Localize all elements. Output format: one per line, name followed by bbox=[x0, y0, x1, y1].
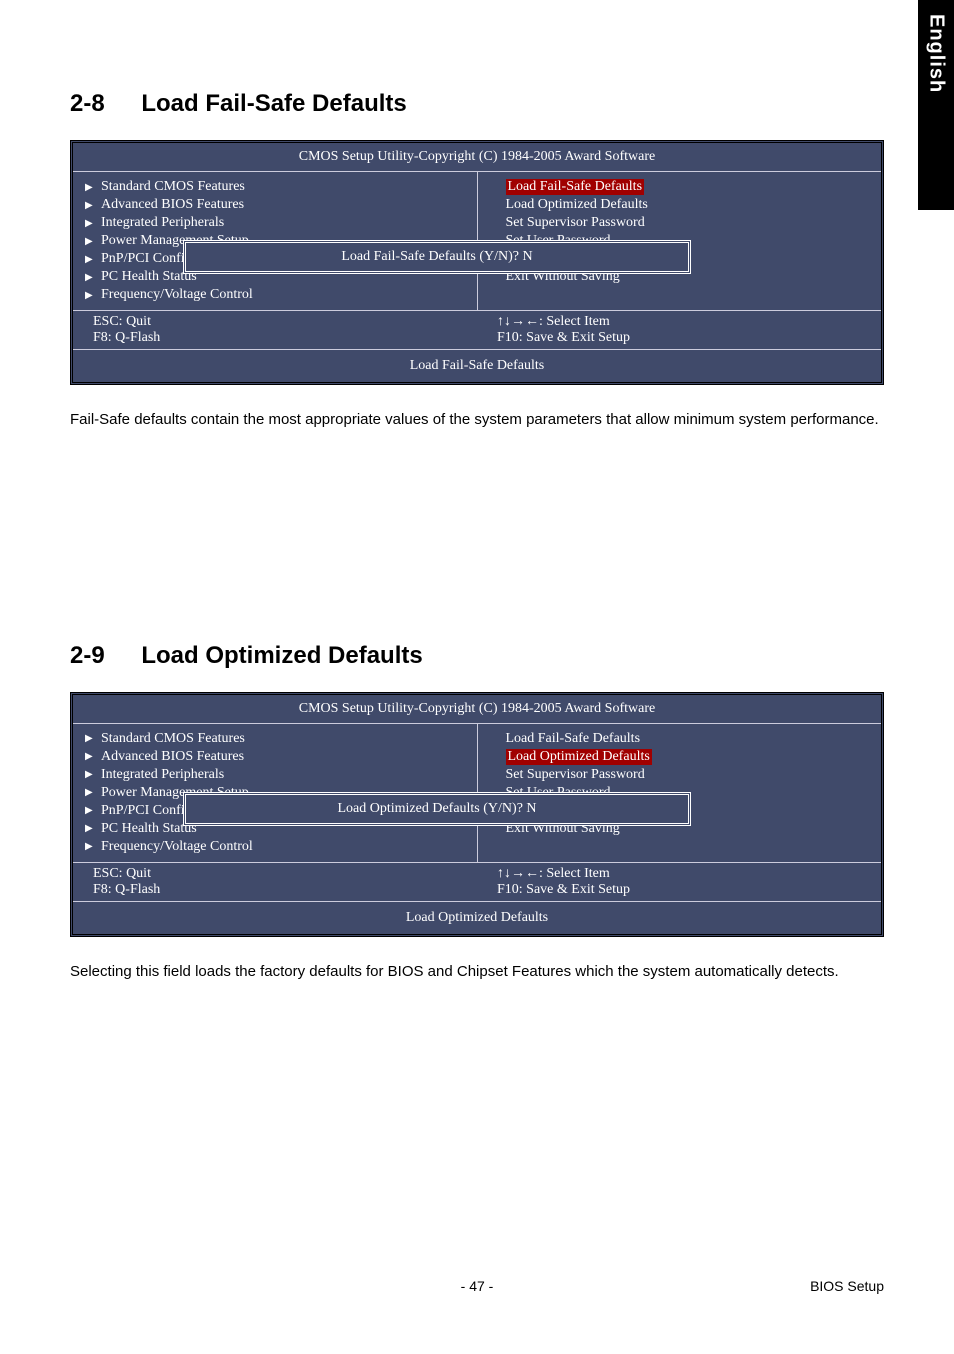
hint-qflash: F8: Q-Flash bbox=[93, 330, 463, 346]
menu-item[interactable]: ▶ Standard CMOS Features bbox=[73, 730, 477, 748]
section-2-heading: 2-9 Load Optimized Defaults bbox=[70, 642, 884, 670]
section-2-number: 2-9 bbox=[70, 642, 105, 669]
language-tab-label: English bbox=[925, 14, 948, 93]
menu-item-label: Set Supervisor Password bbox=[506, 215, 645, 230]
menu-item[interactable]: ▶ Integrated Peripherals bbox=[73, 766, 477, 784]
confirm-dialog-2[interactable]: Load Optimized Defaults (Y/N)? N bbox=[183, 792, 691, 826]
menu-item[interactable]: Load Fail-Safe Defaults bbox=[478, 178, 882, 196]
bios-hints-2: ESC: Quit F8: Q-Flash ↑↓→←: Select Item … bbox=[73, 862, 881, 901]
submenu-arrow-icon: ▶ bbox=[85, 182, 93, 193]
menu-item[interactable]: Set Supervisor Password bbox=[478, 766, 882, 784]
submenu-arrow-icon: ▶ bbox=[85, 823, 93, 834]
submenu-arrow-icon: ▶ bbox=[85, 787, 93, 798]
bios-columns-2: ▶ Standard CMOS Features ▶ Advanced BIOS Fe… bbox=[73, 723, 881, 862]
menu-item-label: Load Fail-Safe Defaults bbox=[506, 731, 641, 746]
bios-panel-1: CMOS Setup Utility-Copyright (C) 1984-20… bbox=[70, 140, 884, 385]
submenu-arrow-icon: ▶ bbox=[85, 254, 93, 265]
submenu-arrow-icon: ▶ bbox=[85, 769, 93, 780]
menu-item-label: Frequency/Voltage Control bbox=[101, 839, 253, 855]
menu-item[interactable]: Load Optimized Defaults bbox=[478, 748, 882, 766]
submenu-arrow-icon: ▶ bbox=[85, 733, 93, 744]
menu-item[interactable]: ▶ Advanced BIOS Features bbox=[73, 196, 477, 214]
section-2-description: Selecting this field loads the factory d… bbox=[70, 961, 884, 984]
page-content: 2-8 Load Fail-Safe Defaults CMOS Setup U… bbox=[0, 0, 954, 983]
menu-item[interactable]: ▶ Advanced BIOS Features bbox=[73, 748, 477, 766]
menu-item-label: Standard CMOS Features bbox=[101, 179, 245, 195]
page-footer: - 47 - BIOS Setup bbox=[70, 1272, 884, 1294]
bios-title-1: CMOS Setup Utility-Copyright (C) 1984-20… bbox=[73, 143, 881, 171]
bios-hints-1: ESC: Quit F8: Q-Flash ↑↓→←: Select Item … bbox=[73, 310, 881, 349]
bios-columns-1: ▶ Standard CMOS Features ▶ Advanced BIOS Fe… bbox=[73, 171, 881, 310]
section-1-title: Load Fail-Safe Defaults bbox=[141, 90, 406, 117]
menu-item-label: Integrated Peripherals bbox=[101, 215, 224, 231]
menu-item-label: Advanced BIOS Features bbox=[101, 749, 244, 765]
menu-item[interactable]: ▶ Frequency/Voltage Control bbox=[73, 838, 477, 856]
section-1-description: Fail-Safe defaults contain the most appr… bbox=[70, 409, 884, 432]
bios-status-2: Load Optimized Defaults bbox=[73, 901, 881, 934]
submenu-arrow-icon: ▶ bbox=[85, 841, 93, 852]
hint-arrows: ↑↓→←: Select Item bbox=[497, 314, 867, 330]
submenu-arrow-icon: ▶ bbox=[85, 751, 93, 762]
submenu-arrow-icon: ▶ bbox=[85, 805, 93, 816]
menu-item-label: Frequency/Voltage Control bbox=[101, 287, 253, 303]
menu-item[interactable]: Load Optimized Defaults bbox=[478, 196, 882, 214]
confirm-dialog-2-text: Load Optimized Defaults (Y/N)? N bbox=[337, 801, 536, 816]
menu-item-label: Advanced BIOS Features bbox=[101, 197, 244, 213]
menu-item-label: Load Optimized Defaults bbox=[506, 197, 648, 212]
submenu-arrow-icon: ▶ bbox=[85, 236, 93, 247]
menu-item-label: Integrated Peripherals bbox=[101, 767, 224, 783]
submenu-arrow-icon: ▶ bbox=[85, 218, 93, 229]
hint-f10-2: F10: Save & Exit Setup bbox=[497, 882, 867, 898]
page-number: - 47 - bbox=[70, 1278, 884, 1294]
menu-item-label: Load Fail-Safe Defaults bbox=[506, 179, 645, 195]
hint-qflash-2: F8: Q-Flash bbox=[93, 882, 463, 898]
confirm-dialog-1-text: Load Fail-Safe Defaults (Y/N)? N bbox=[341, 249, 532, 264]
section-1-heading: 2-8 Load Fail-Safe Defaults bbox=[70, 90, 884, 118]
submenu-arrow-icon: ▶ bbox=[85, 290, 93, 301]
menu-item-label: Load Optimized Defaults bbox=[506, 749, 652, 765]
confirm-dialog-1[interactable]: Load Fail-Safe Defaults (Y/N)? N bbox=[183, 240, 691, 274]
hint-f10: F10: Save & Exit Setup bbox=[497, 330, 867, 346]
submenu-arrow-icon: ▶ bbox=[85, 272, 93, 283]
menu-item[interactable]: ▶ Integrated Peripherals bbox=[73, 214, 477, 232]
menu-item[interactable]: ▶ Standard CMOS Features bbox=[73, 178, 477, 196]
language-tab: English bbox=[918, 0, 954, 210]
section-2-title: Load Optimized Defaults bbox=[141, 642, 422, 669]
hint-esc: ESC: Quit bbox=[93, 314, 463, 330]
menu-item-label: Standard CMOS Features bbox=[101, 731, 245, 747]
menu-item[interactable]: Load Fail-Safe Defaults bbox=[478, 730, 882, 748]
menu-item-label: Set Supervisor Password bbox=[506, 767, 645, 782]
menu-item[interactable]: Set Supervisor Password bbox=[478, 214, 882, 232]
section-1-number: 2-8 bbox=[70, 90, 105, 117]
hint-esc-2: ESC: Quit bbox=[93, 866, 463, 882]
bios-panel-2: CMOS Setup Utility-Copyright (C) 1984-20… bbox=[70, 692, 884, 937]
menu-item[interactable]: ▶ Frequency/Voltage Control bbox=[73, 286, 477, 304]
bios-status-1: Load Fail-Safe Defaults bbox=[73, 349, 881, 382]
hint-arrows-2: ↑↓→←: Select Item bbox=[497, 866, 867, 882]
submenu-arrow-icon: ▶ bbox=[85, 200, 93, 211]
bios-title-2: CMOS Setup Utility-Copyright (C) 1984-20… bbox=[73, 695, 881, 723]
